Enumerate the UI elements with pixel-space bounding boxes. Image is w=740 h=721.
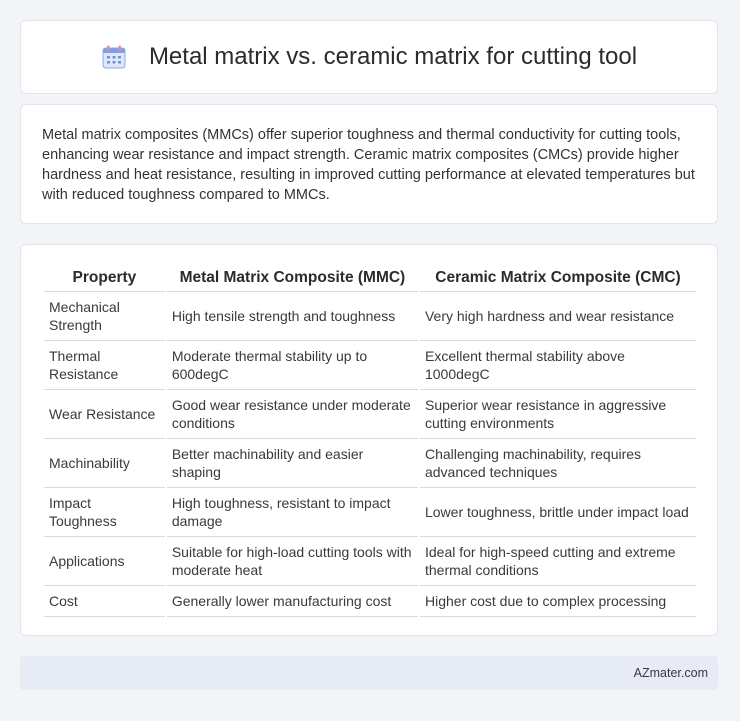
title-card: Metal matrix vs. ceramic matrix for cutt… xyxy=(20,20,718,94)
row-cmc-value: Lower toughness, brittle under impact lo… xyxy=(419,488,696,537)
row-mmc-value: Good wear resistance under moderate cond… xyxy=(166,390,418,439)
footer-brand: AZmater.com xyxy=(633,666,708,680)
row-property: Thermal Resistance xyxy=(44,341,165,390)
row-cmc-value: Excellent thermal stability above 1000de… xyxy=(419,341,696,390)
row-mmc-value: Generally lower manufacturing cost xyxy=(166,586,418,617)
table-row: Thermal Resistance Moderate thermal stab… xyxy=(44,341,696,390)
row-property: Applications xyxy=(44,537,165,586)
table-row: Wear Resistance Good wear resistance und… xyxy=(44,390,696,439)
comparison-table-card: Property Metal Matrix Composite (MMC) Ce… xyxy=(20,244,718,636)
table-row: Machinability Better machinability and e… xyxy=(44,439,696,488)
row-cmc-value: Superior wear resistance in aggressive c… xyxy=(419,390,696,439)
comparison-table: Property Metal Matrix Composite (MMC) Ce… xyxy=(42,263,698,617)
table-row: Mechanical Strength High tensile strengt… xyxy=(44,292,696,341)
row-property: Cost xyxy=(44,586,165,617)
page-title: Metal matrix vs. ceramic matrix for cutt… xyxy=(148,43,638,70)
row-property: Machinability xyxy=(44,439,165,488)
row-property: Wear Resistance xyxy=(44,390,165,439)
row-cmc-value: Ideal for high-speed cutting and extreme… xyxy=(419,537,696,586)
header-property: Property xyxy=(44,263,165,292)
summary-text: Metal matrix composites (MMCs) offer sup… xyxy=(42,127,695,203)
header-cmc: Ceramic Matrix Composite (CMC) xyxy=(419,263,696,292)
header-mmc: Metal Matrix Composite (MMC) xyxy=(166,263,418,292)
row-cmc-value: Higher cost due to complex processing xyxy=(419,586,696,617)
row-property: Mechanical Strength xyxy=(44,292,165,341)
table-header-row: Property Metal Matrix Composite (MMC) Ce… xyxy=(44,263,696,292)
table-row: Applications Suitable for high-load cutt… xyxy=(44,537,696,586)
calendar-icon xyxy=(101,44,127,70)
footer-bar: AZmater.com xyxy=(20,656,718,690)
row-cmc-value: Very high hardness and wear resistance xyxy=(419,292,696,341)
row-mmc-value: High tensile strength and toughness xyxy=(166,292,418,341)
row-cmc-value: Challenging machinability, requires adva… xyxy=(419,439,696,488)
row-property: Impact Toughness xyxy=(44,488,165,537)
row-mmc-value: High toughness, resistant to impact dama… xyxy=(166,488,418,537)
table-row: Cost Generally lower manufacturing cost … xyxy=(44,586,696,617)
row-mmc-value: Moderate thermal stability up to 600degC xyxy=(166,341,418,390)
summary-card: Metal matrix composites (MMCs) offer sup… xyxy=(20,104,718,224)
row-mmc-value: Better machinability and easier shaping xyxy=(166,439,418,488)
row-mmc-value: Suitable for high-load cutting tools wit… xyxy=(166,537,418,586)
table-row: Impact Toughness High toughness, resista… xyxy=(44,488,696,537)
